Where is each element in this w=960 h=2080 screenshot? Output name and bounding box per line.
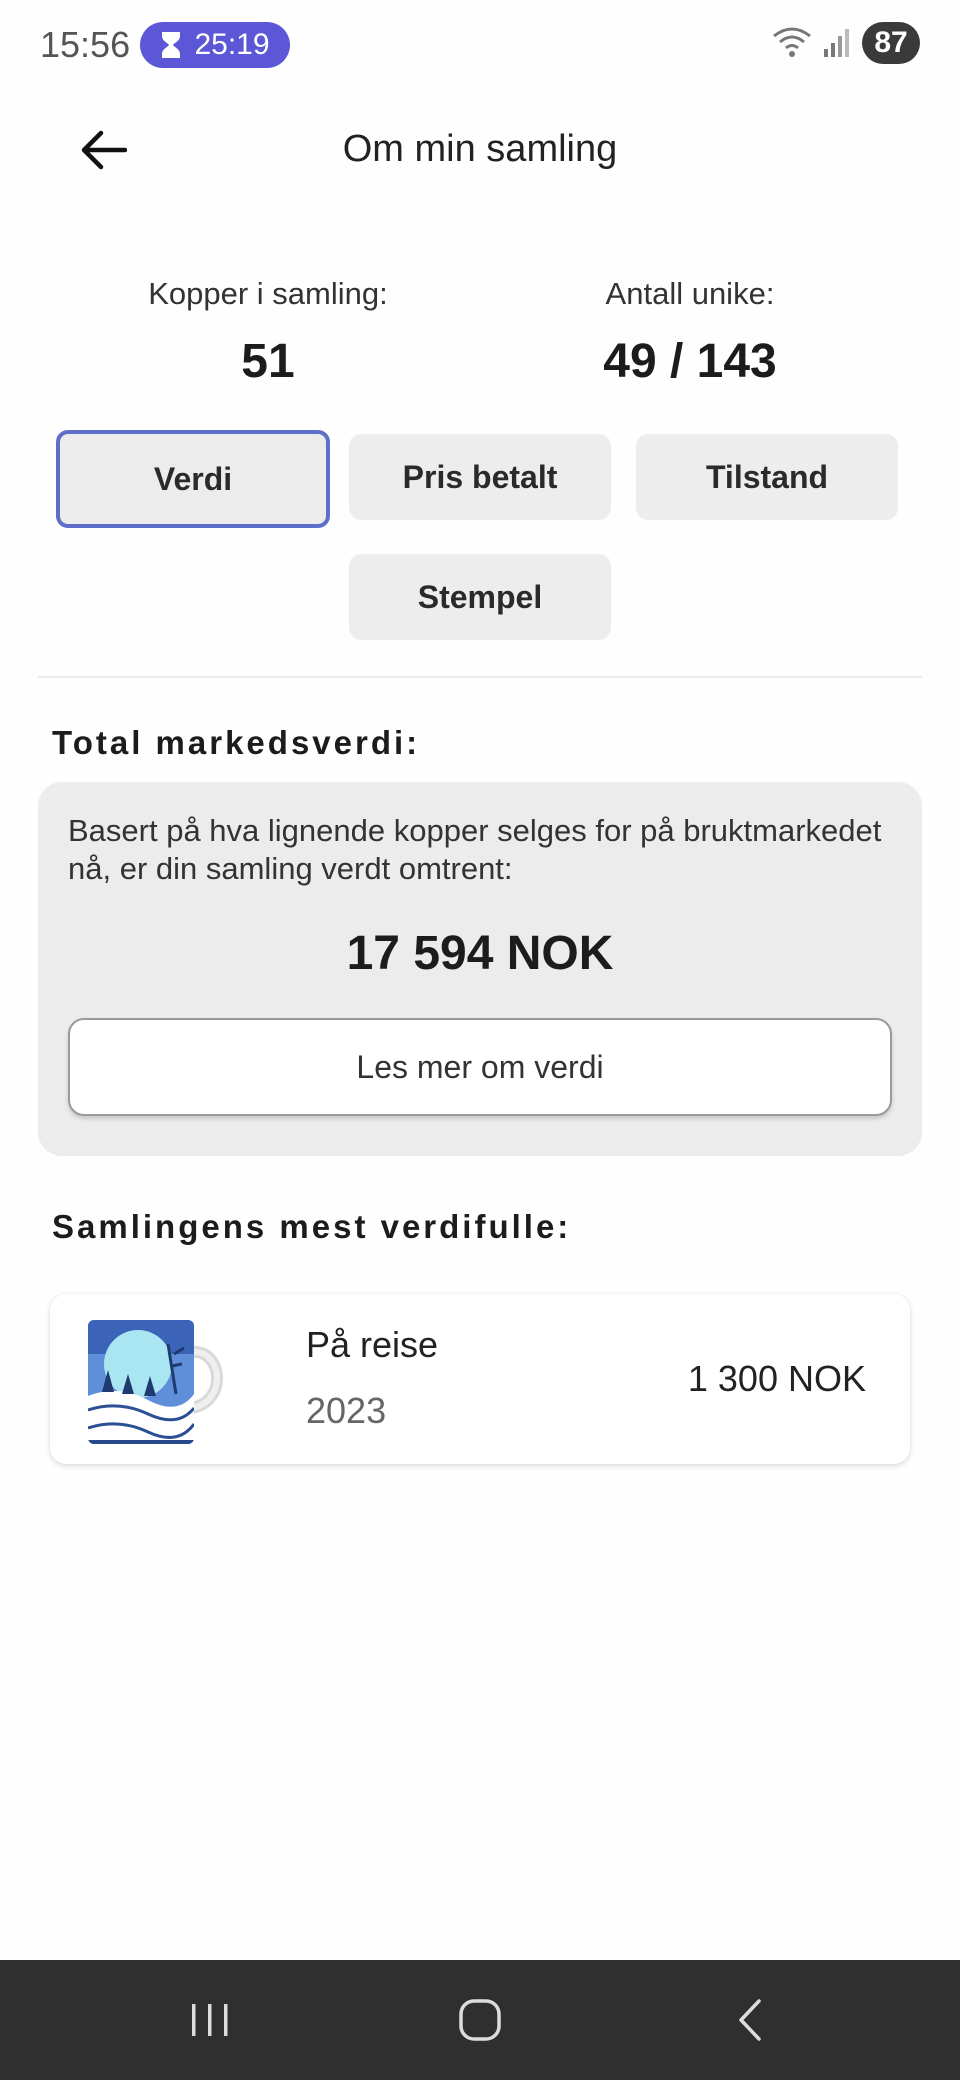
cups-value: 51: [241, 335, 295, 388]
item-name: På reise: [306, 1324, 439, 1365]
recent-apps-icon: [192, 2004, 228, 2036]
tab-stempel[interactable]: Stempel: [349, 554, 611, 640]
read-more-button[interactable]: Les mer om verdi: [68, 1018, 892, 1116]
market-value-card: Basert på hva lignende kopper selges for…: [38, 782, 922, 1156]
status-time: 15:56: [40, 24, 131, 65]
market-value-heading: Total markedsverdi:: [52, 724, 421, 761]
unique-value: 49 / 143: [603, 335, 777, 388]
recent-apps-button[interactable]: [160, 1980, 260, 2060]
market-value-amount: 17 594 NOK: [346, 927, 614, 980]
timer-pill: 25:19: [140, 22, 290, 68]
mug-image: [88, 1320, 223, 1444]
home-icon: [459, 1999, 501, 2041]
divider: [38, 676, 922, 678]
nav-back-button[interactable]: [700, 1980, 800, 2060]
tab-pris-betalt[interactable]: Pris betalt: [349, 434, 611, 520]
list-item[interactable]: På reise 2023 1 300 NOK: [50, 1294, 910, 1464]
item-price: 1 300 NOK: [687, 1358, 866, 1399]
unique-stat: Antall unike: 49 / 143: [490, 276, 890, 389]
battery-icon: 87: [862, 22, 920, 64]
item-year: 2023: [306, 1390, 387, 1431]
back-icon: [739, 1999, 761, 2041]
tab-verdi[interactable]: Verdi: [56, 430, 330, 528]
hourglass-icon: [162, 32, 181, 58]
signal-icon: [824, 29, 849, 57]
page-title: Om min samling: [342, 128, 618, 170]
status-bar: 15:56 25:19 87: [0, 0, 960, 92]
timer-text: 25:19: [194, 28, 270, 61]
market-value-description: Basert på hva lignende kopper selges for…: [68, 813, 882, 886]
battery-level: 87: [874, 26, 908, 59]
cups-label: Kopper i samling:: [148, 276, 388, 311]
cups-stat: Kopper i samling: 51: [68, 276, 468, 389]
most-valuable-heading: Samlingens mest verdifulle:: [52, 1208, 572, 1245]
tab-tilstand[interactable]: Tilstand: [636, 434, 898, 520]
system-nav-bar: [0, 1960, 960, 2080]
home-button[interactable]: [430, 1980, 530, 2060]
wifi-icon: [773, 27, 811, 57]
app-bar: Om min samling: [0, 92, 960, 208]
status-icons: 87: [772, 22, 920, 64]
unique-label: Antall unike:: [605, 276, 775, 311]
